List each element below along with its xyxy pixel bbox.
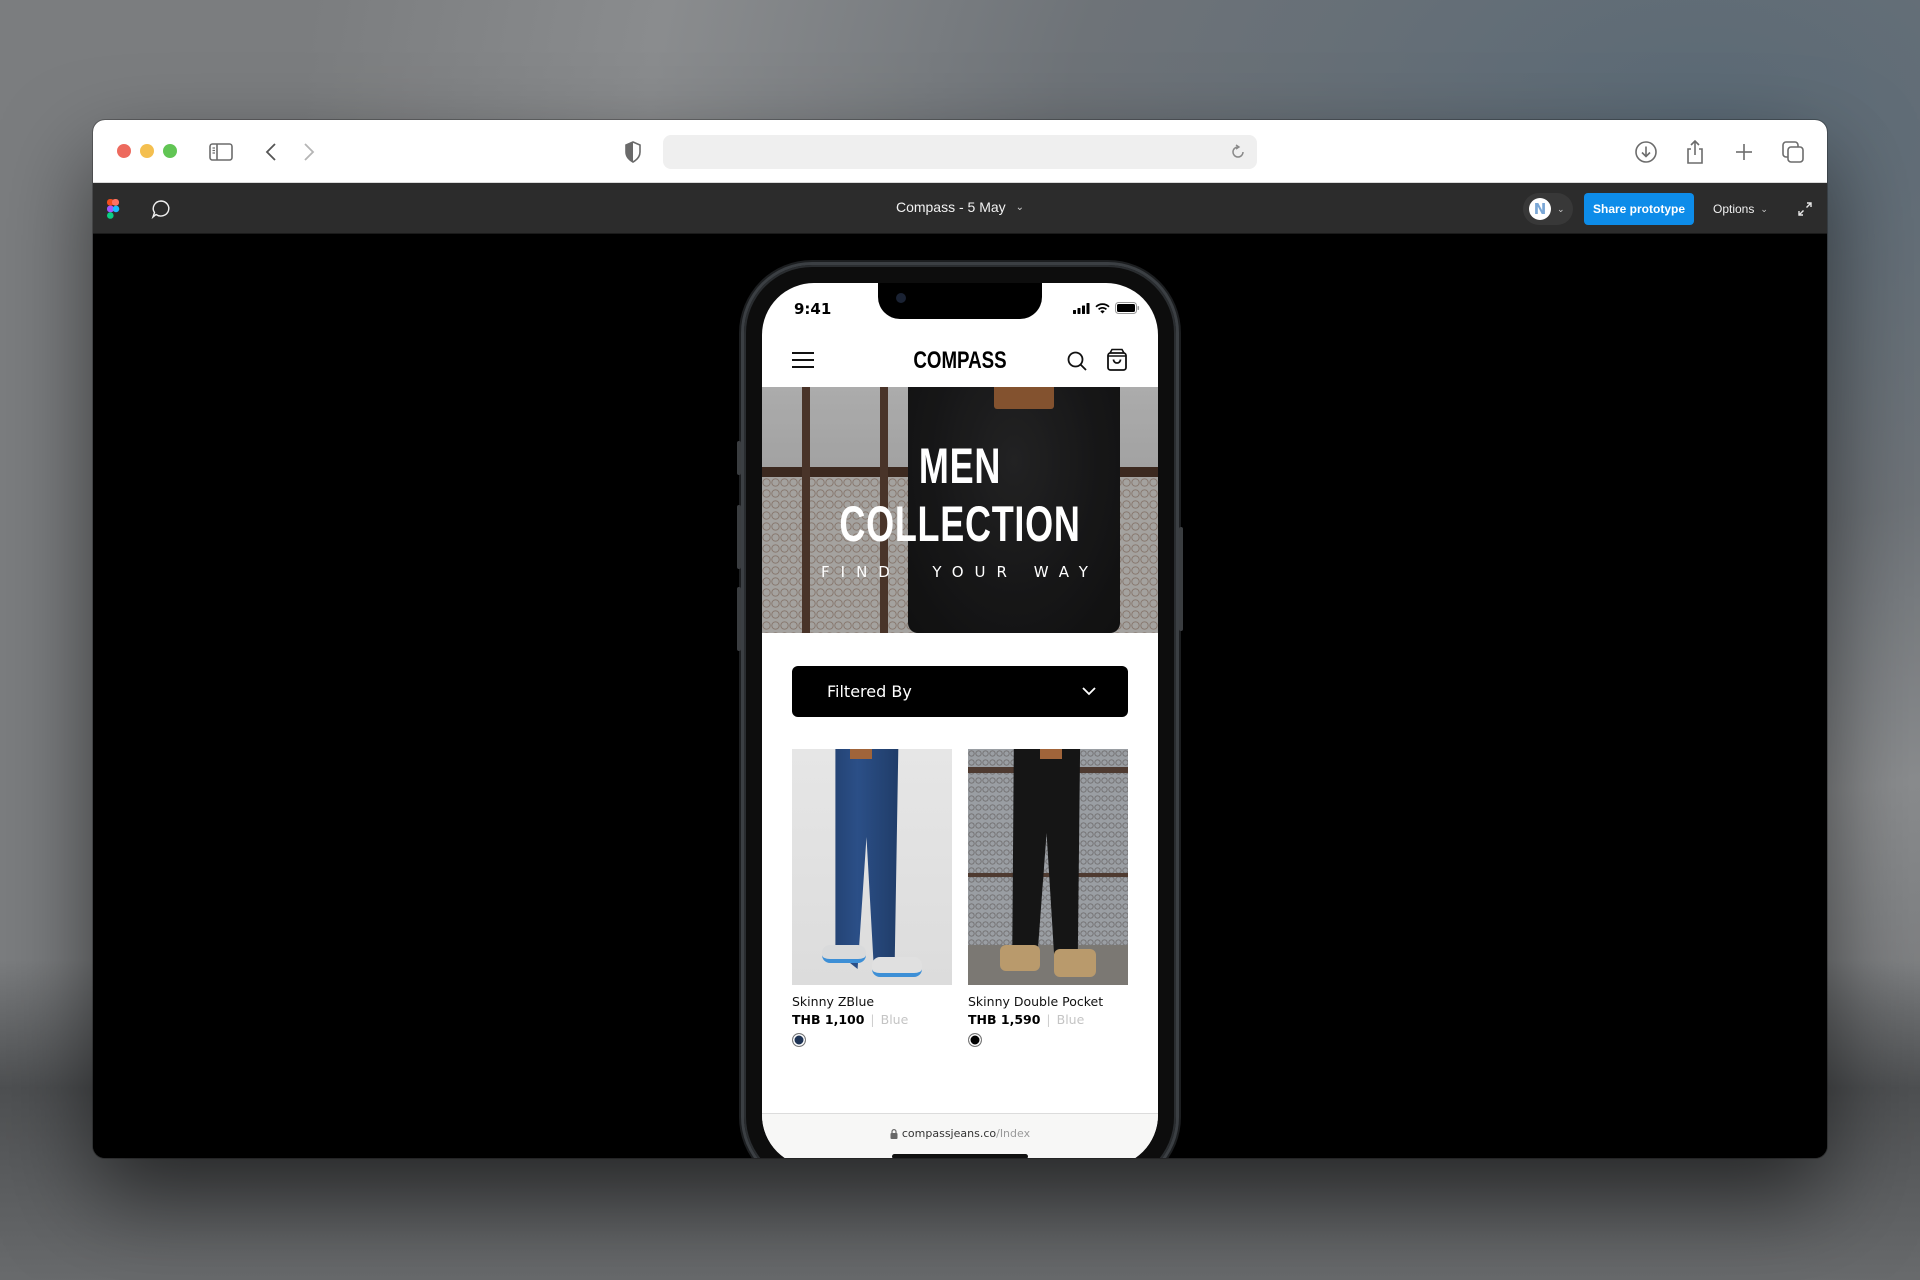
mobile-address-bar[interactable]: compassjeans.co/Index (762, 1113, 1158, 1158)
tab-overview-button[interactable] (1779, 138, 1807, 166)
forward-button[interactable] (295, 138, 323, 166)
figma-logo-icon[interactable] (107, 199, 121, 219)
shopping-bag-icon[interactable] (1106, 348, 1128, 372)
search-icon[interactable] (1066, 350, 1088, 372)
power-button (1179, 527, 1183, 631)
downloads-button[interactable] (1632, 138, 1660, 166)
comment-icon[interactable] (150, 198, 172, 220)
product-boot (1000, 945, 1040, 971)
wifi-icon (1095, 302, 1110, 313)
product-price: THB 1,590 (968, 1012, 1041, 1027)
share-icon (1687, 139, 1703, 164)
product-card[interactable]: Skinny Double Pocket THB 1,590 | Blue (968, 749, 1128, 1047)
mute-switch (737, 441, 741, 475)
new-tab-button[interactable] (1730, 138, 1758, 166)
avatar: N (1529, 198, 1551, 220)
product-shoe (872, 957, 922, 977)
hero-title-line2: COLLECTION (839, 496, 1081, 552)
signal-icon (1073, 302, 1090, 314)
product-jeans (835, 749, 899, 969)
product-meta: THB 1,590 | Blue (968, 1012, 1128, 1027)
reload-button[interactable] (1227, 141, 1249, 163)
camera-icon (896, 293, 906, 303)
product-bg-rail (968, 873, 1128, 877)
product-meta: THB 1,100 | Blue (792, 1012, 952, 1027)
volume-up-button (737, 505, 741, 569)
color-swatch[interactable] (968, 1033, 982, 1047)
product-price: THB 1,100 (792, 1012, 865, 1027)
plus-icon (1736, 144, 1752, 160)
iphone-frame: 9:41 COMPASS MEN COLLECTION FIND YOUR WA… (737, 265, 1183, 1158)
battery-icon (1115, 302, 1140, 314)
mobile-url[interactable]: compassjeans.co/Index (762, 1127, 1158, 1140)
url-path: /Index (996, 1127, 1031, 1140)
product-boot (1054, 949, 1096, 977)
prototype-canvas: 9:41 COMPASS MEN COLLECTION FIND YOUR WA… (93, 235, 1827, 1158)
browser-toolbar (93, 120, 1827, 183)
download-icon (1635, 141, 1657, 163)
options-menu-button[interactable]: Options ⌄ (1713, 193, 1768, 225)
filter-dropdown[interactable]: Filtered By (792, 666, 1128, 717)
chevron-left-icon (265, 143, 276, 161)
address-bar[interactable] (663, 135, 1257, 169)
chevron-down-icon (1082, 687, 1096, 696)
color-swatch[interactable] (792, 1033, 806, 1047)
status-time: 9:41 (794, 300, 832, 318)
volume-down-button (737, 587, 741, 651)
product-color-name: Blue (1056, 1012, 1085, 1027)
status-icons (1073, 302, 1140, 314)
shield-icon (625, 141, 641, 163)
fullscreen-icon[interactable] (1796, 200, 1814, 218)
url-domain: compassjeans.co (901, 1127, 997, 1140)
file-title-menu[interactable]: Compass - 5 May ⌄ (896, 199, 1024, 215)
hero-subtitle: FIND YOUR WAY (821, 563, 1099, 581)
hero-title: MEN COLLECTION (817, 437, 1102, 553)
phone-screen: 9:41 COMPASS MEN COLLECTION FIND YOUR WA… (762, 283, 1158, 1158)
product-shoe (822, 945, 866, 963)
separator: | (1046, 1012, 1051, 1027)
notch (878, 283, 1042, 319)
product-name[interactable]: Skinny Double Pocket (968, 994, 1128, 1009)
chevron-down-icon: ⌄ (1760, 203, 1768, 214)
tabs-icon (1782, 141, 1804, 163)
separator: | (870, 1012, 875, 1027)
back-button[interactable] (257, 138, 285, 166)
jeans-patch (850, 749, 872, 759)
zoom-window-button[interactable] (163, 144, 177, 158)
options-label: Options (1713, 202, 1755, 216)
product-name[interactable]: Skinny ZBlue (792, 994, 952, 1009)
filter-label: Filtered By (827, 682, 912, 701)
sidebar-toggle-button[interactable] (207, 138, 235, 166)
reload-icon (1232, 144, 1244, 158)
hero-banner[interactable]: MEN COLLECTION FIND YOUR WAY (762, 387, 1158, 633)
window-controls (117, 144, 177, 158)
close-window-button[interactable] (117, 144, 131, 158)
minimize-window-button[interactable] (140, 144, 154, 158)
figma-prototype-bar: Compass - 5 May ⌄ N ⌄ Share prototype Op… (93, 183, 1827, 234)
app-header: COMPASS (762, 331, 1158, 387)
product-grid: Skinny ZBlue THB 1,100 | Blue Skinny Dou… (792, 749, 1128, 1047)
privacy-report-button[interactable] (619, 138, 647, 166)
product-image[interactable] (792, 749, 952, 985)
chevron-down-icon: ⌄ (1557, 203, 1565, 214)
browser-window: Compass - 5 May ⌄ N ⌄ Share prototype Op… (93, 120, 1827, 1158)
hero-title-line1: MEN (918, 438, 1002, 494)
sidebar-icon (209, 143, 233, 161)
share-button[interactable] (1681, 138, 1709, 166)
home-indicator[interactable] (892, 1154, 1028, 1158)
product-bg-floor (968, 945, 1128, 985)
product-color-name: Blue (880, 1012, 909, 1027)
chevron-down-icon: ⌄ (1015, 201, 1025, 213)
file-title: Compass - 5 May (895, 199, 1006, 215)
user-menu[interactable]: N ⌄ (1523, 193, 1573, 225)
jeans-patch (1040, 749, 1062, 759)
chevron-right-icon (304, 143, 315, 161)
product-image[interactable] (968, 749, 1128, 985)
product-card[interactable]: Skinny ZBlue THB 1,100 | Blue (792, 749, 952, 1047)
share-prototype-button[interactable]: Share prototype (1584, 193, 1694, 225)
lock-icon (890, 1128, 898, 1139)
